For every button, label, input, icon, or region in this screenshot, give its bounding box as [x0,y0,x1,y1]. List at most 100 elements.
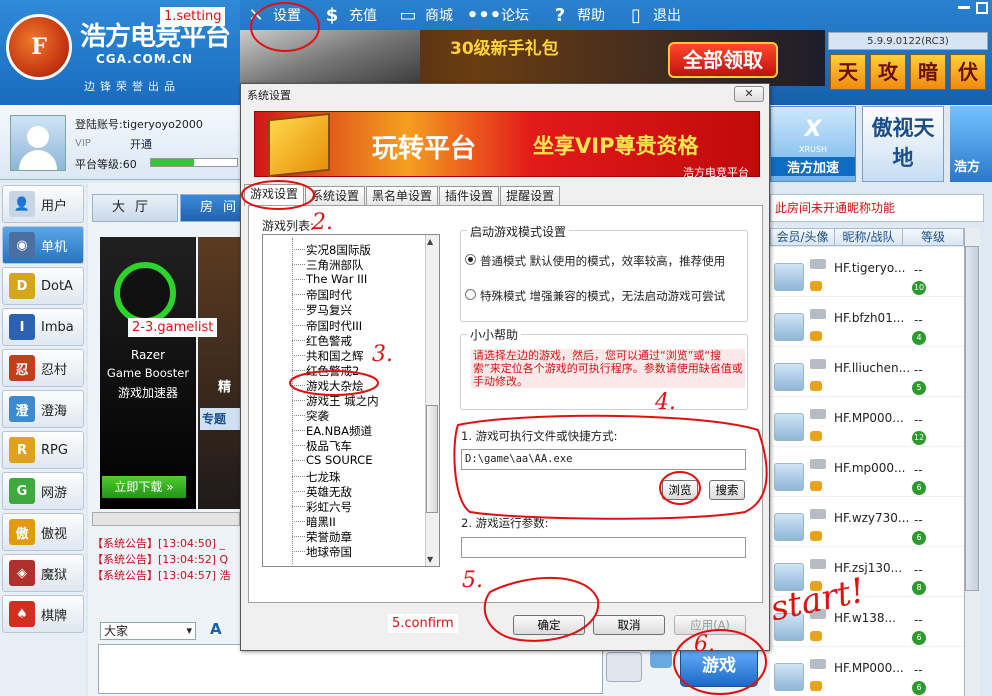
user-row[interactable]: HF.tigeryo... -- 10 [770,247,964,297]
nav-item-3[interactable]: I Imba [2,308,84,346]
gamelist-item[interactable]: The War III [306,272,367,286]
gamelist-item[interactable]: 英雄无敌 [306,484,352,500]
browse-button[interactable]: 浏览 [662,480,698,500]
gamelist-item[interactable]: 地球帝国 [306,544,352,560]
gamelist-item[interactable]: EA.NBA频道 [306,423,372,439]
nav-item-4[interactable]: 忍忍村 [2,349,84,387]
game-tile[interactable]: 暗 [910,54,946,90]
maximize-icon[interactable] [976,2,988,14]
chat-bubble-icon[interactable] [650,650,672,668]
user-row[interactable]: HF.lliuchen... -- 5 [770,347,964,397]
gamelist-item[interactable]: 游戏大杂烩 [306,378,364,394]
minimize-icon[interactable] [958,6,970,9]
gamelist-item[interactable]: 罗马复兴 [306,302,352,318]
login-account: 登陆账号:tigeryoyo2000 [75,118,203,131]
haofang-banner[interactable]: 浩方 [950,106,992,182]
menu-item-4[interactable]: ? 帮助 [549,0,605,30]
user-row[interactable]: HF.bfzh01... -- 4 [770,297,964,347]
gamelist-item[interactable]: 帝国时代III [306,318,362,334]
dialog-tab-3[interactable]: 插件设置 [439,186,500,206]
nav-item-5[interactable]: 澄澄海 [2,390,84,428]
game-tile[interactable]: 天 [830,54,866,90]
gamelist-item[interactable]: 三角洲部队 [306,257,364,273]
tab-lobby[interactable]: 大厅 [92,194,178,222]
dialog-tab-4[interactable]: 提醒设置 [500,186,561,206]
gamelist-item[interactable]: 极品飞车 [306,438,352,454]
dialog-title-bar[interactable] [241,84,769,104]
chat-input[interactable] [98,644,603,694]
nav-item-6[interactable]: R RPG [2,431,84,469]
nav-item-2[interactable]: D DotA [2,267,84,305]
nav-label: 网游 [41,485,68,501]
nav-item-1[interactable]: ◉ 单机 [2,226,84,264]
gamelist-item[interactable]: 突袭 [306,408,329,424]
header-nick[interactable]: 昵称/战队 [835,229,903,245]
nav-item-8[interactable]: 傲傲视 [2,513,84,551]
user-row[interactable]: HF.wzy730... -- 6 [770,497,964,547]
args-input[interactable] [461,537,746,558]
avatar[interactable] [10,115,66,171]
user-row[interactable]: HF.MP000... -- 12 [770,397,964,447]
special-topic-tab[interactable]: 专题 [200,408,240,430]
dialog-tab-2[interactable]: 黑名单设置 [366,186,439,206]
gamelist-item[interactable]: 红色警戒 [306,333,352,349]
font-icon[interactable]: A [210,620,222,638]
horizontal-scrollbar[interactable] [92,512,240,526]
scroll-up-icon[interactable]: ▲ [427,237,433,246]
menu-item-1[interactable]: $ 充值 [321,0,377,30]
dialog-tab-0[interactable]: 游戏设置 [244,184,305,206]
gamelist-item[interactable]: 共和国之辉 [306,348,364,364]
gamelist-item[interactable]: 帝国时代 [306,287,352,303]
special-mode-label[interactable]: 特殊模式 增强兼容的模式，无法启动游戏可尝试 [480,288,725,304]
aoshi-banner[interactable]: 傲视天地 [862,106,944,182]
gamelist-item[interactable]: 游戏王 城之内 [306,393,379,409]
razer-download-button[interactable]: 立即下载 » [102,476,186,498]
menu-item-2[interactable]: ▭ 商城 [397,0,453,30]
user-name: HF.tigeryo... [834,261,906,275]
menu-item-3[interactable]: ••• 论坛 [467,0,529,30]
chat-target-select[interactable]: 大家 [100,622,196,640]
user-list-scroll-thumb[interactable] [965,246,979,591]
args-label: 2. 游戏运行参数: [461,516,549,530]
gamelist-item[interactable]: 实况8国际版 [306,242,371,258]
start-game-button[interactable]: 游戏 [680,645,758,687]
nav-item-9[interactable]: ◈ 魔狱 [2,554,84,592]
menu-item-0[interactable]: ✕ 设置 [245,0,301,30]
ok-button[interactable]: 确定 [513,615,585,635]
gamelist-item[interactable]: 暗黑II [306,514,336,530]
menu-item-5[interactable]: ▯ 退出 [625,0,681,30]
speaker-icon[interactable] [606,652,642,682]
scroll-down-icon[interactable]: ▼ [427,555,433,564]
user-row[interactable]: HF.MP000... -- 6 [770,647,964,696]
nav-item-10[interactable]: ♠ 棋牌 [2,595,84,633]
search-button[interactable]: 搜索 [709,480,745,500]
nav-item-0[interactable]: 👤 用户 [2,185,84,223]
normal-mode-label[interactable]: 普通模式 默认使用的模式，效率较高，推荐使用 [480,253,725,269]
claim-all-button[interactable]: 全部领取 [668,42,778,78]
gamelist-item[interactable]: 荣誉勋章 [306,529,352,545]
header-member[interactable]: 会员/头像 [771,229,835,245]
dialog-close-button[interactable]: ✕ [734,86,764,102]
gamelist-scroll-thumb[interactable] [426,405,438,513]
gamelist-scrollbar[interactable] [425,235,439,566]
cancel-button[interactable]: 取消 [593,615,665,635]
gamelist-item[interactable]: 七龙珠 [306,469,341,485]
special-mode-radio[interactable] [465,289,476,300]
status-icon [810,631,822,641]
vip-open-link[interactable]: 开通 [130,136,152,152]
normal-mode-radio[interactable] [465,254,476,265]
game-tile[interactable]: 伏 [950,54,986,90]
user-row[interactable]: HF.mp000... -- 6 [770,447,964,497]
xrush-banner[interactable]: X XRUSH 浩方加速 [770,106,856,182]
header-level[interactable]: 等级 [903,229,963,245]
dialog-tab-1[interactable]: 系统设置 [305,186,366,206]
game-tile[interactable]: 攻 [870,54,906,90]
user-clan: -- [914,563,923,577]
exe-path-input[interactable]: D:\game\aa\AA.exe [461,449,746,470]
poster-text: 精 [218,380,232,395]
game-poster[interactable] [198,237,240,509]
nav-item-7[interactable]: G 网游 [2,472,84,510]
gamelist-item[interactable]: 红色警戒2 [306,363,359,379]
gamelist-item[interactable]: 彩虹六号 [306,499,352,515]
gamelist-item[interactable]: CS SOURCE [306,453,372,467]
